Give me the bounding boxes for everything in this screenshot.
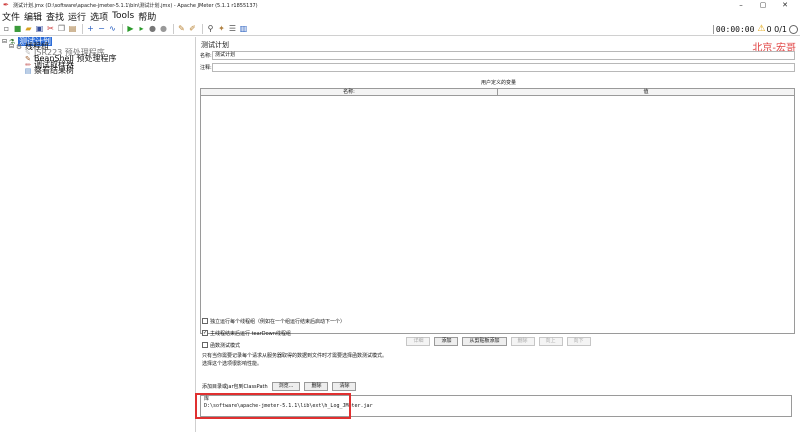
detail-button[interactable]: 详细 [406, 337, 431, 346]
toolbar-separator [202, 23, 203, 34]
tree-node-results-tree[interactable]: ▤ 察看结果树 [24, 66, 74, 75]
delete-button[interactable]: 删除 [510, 337, 535, 346]
close-button[interactable]: ✕ [774, 0, 796, 10]
functional-note-1: 只有当你需要记录每个请求从服务器取得的数据到文件时才需要选择函数测试模式。 [202, 353, 388, 359]
thread-counts: 0 0/1 [766, 24, 787, 34]
serialize-checkbox[interactable] [202, 318, 208, 324]
start-no-pause-icon[interactable]: ▸ [137, 24, 146, 33]
menu-tools[interactable]: Tools [112, 11, 134, 21]
save-icon[interactable]: ▣ [35, 24, 44, 33]
function-helper-icon[interactable]: ☰ [228, 24, 237, 33]
serialize-option[interactable]: 独立运行每个线程组（例如在一个组运行结束后启动下一个） [202, 317, 345, 325]
collapse-icon[interactable]: − [97, 24, 106, 33]
teardown-checkbox[interactable]: ✓ [202, 330, 208, 336]
column-header-value[interactable]: 值 [497, 89, 794, 95]
minimize-button[interactable]: – [730, 0, 752, 10]
comment-row: 注释: [200, 63, 795, 72]
reset-search-icon[interactable]: ✦ [217, 24, 226, 33]
clear-icon[interactable]: ✎ [177, 24, 186, 33]
tree-label-results-tree: 察看结果树 [34, 66, 74, 75]
cut-icon[interactable]: ✂ [46, 24, 55, 33]
clear-all-icon[interactable]: ✐ [188, 24, 197, 33]
window-controls: – ▢ ✕ [730, 0, 796, 10]
menu-file[interactable]: 文件 [2, 10, 20, 23]
page-title: 测试计划 [201, 41, 229, 49]
move-up-button[interactable]: 向上 [538, 337, 563, 346]
test-plan-tree: ⊟ ⚗ 测试计划 ⊟ ⚙ 线程组 ✎ JSR223 预处理程序 ✎ BeanSh… [0, 37, 196, 432]
teardown-label: 主线程结束后运行 tearDown线程组 [210, 330, 291, 337]
serialize-label: 独立运行每个线程组（例如在一个组运行结束后启动下一个） [210, 318, 346, 325]
table-header: 名称: 值 [201, 89, 794, 96]
open-icon[interactable]: ▰ [24, 24, 33, 33]
chart-icon: ▤ [24, 66, 32, 75]
copy-icon[interactable]: ❐ [57, 24, 66, 33]
paste-icon[interactable]: ▤ [68, 24, 77, 33]
toggle-icon[interactable]: ∿ [108, 24, 117, 33]
classpath-clear-button[interactable]: 清除 [332, 382, 357, 391]
functional-option[interactable]: 函数测试模式 [202, 341, 240, 349]
jmeter-feather-icon: ✒ [3, 0, 9, 9]
search-icon[interactable]: ⚲ [206, 24, 215, 33]
menu-bar: 文件 编辑 查找 运行 选项 Tools 帮助 [0, 10, 800, 23]
add-from-clipboard-button[interactable]: 从剪贴板添加 [462, 337, 507, 346]
status-area: 00:00:00 ⚠ 0 0/1 [712, 22, 798, 36]
help-icon[interactable]: ▥ [239, 24, 248, 33]
menu-search[interactable]: 查找 [46, 10, 64, 23]
toolbar: ▫ ■ ▰ ▣ ✂ ❐ ▤ + − ∿ ▶ ▸ ● ● ✎ ✐ ⚲ ✦ ☰ ▥ [0, 22, 800, 36]
classpath-delete-button[interactable]: 删除 [304, 382, 329, 391]
new-icon[interactable]: ▫ [2, 24, 11, 33]
annotation-highlight-box [195, 393, 351, 419]
toolbar-separator [173, 23, 174, 34]
classpath-row: 添加目录或jar包到ClassPath 浏览... 删除 清除 [202, 382, 358, 391]
classpath-label: 添加目录或jar包到ClassPath [202, 384, 268, 390]
column-header-name[interactable]: 名称: [201, 89, 497, 95]
expand-icon[interactable]: + [86, 24, 95, 33]
add-button[interactable]: 添加 [434, 337, 459, 346]
user-variables-title: 用户定义的变量 [480, 80, 516, 86]
test-plan-panel: 测试计划 北京-宏哥 名称: 测试计划 注释: 用户定义的变量 名称: 值 详细… [197, 37, 800, 432]
name-label: 名称: [200, 53, 212, 59]
move-down-button[interactable]: 向下 [566, 337, 591, 346]
variables-button-row: 详细 添加 从剪贴板添加 删除 向上 向下 [197, 337, 800, 346]
name-row: 名称: 测试计划 [200, 51, 795, 60]
toolbar-separator [82, 23, 83, 34]
window-titlebar: ✒ 测试计划.jmx (D:\software\apache-jmeter-5.… [0, 0, 800, 10]
menu-options[interactable]: 选项 [90, 10, 108, 23]
browse-button[interactable]: 浏览... [271, 382, 301, 391]
functional-checkbox[interactable] [202, 342, 208, 348]
functional-label: 函数测试模式 [210, 342, 241, 349]
comment-input[interactable] [212, 63, 795, 72]
menu-help[interactable]: 帮助 [138, 10, 156, 23]
menu-edit[interactable]: 编辑 [24, 10, 42, 23]
window-title: 测试计划.jmx (D:\software\apache-jmeter-5.1.… [13, 2, 258, 9]
gear-icon: ⚙ [15, 42, 23, 51]
elapsed-timer: 00:00:00 [712, 24, 757, 34]
stop-icon[interactable]: ● [148, 24, 157, 33]
menu-run[interactable]: 运行 [68, 10, 86, 23]
user-variables-table[interactable]: 名称: 值 [200, 88, 795, 334]
functional-note-2: 选择这个选项很影响性能。 [202, 361, 263, 367]
remote-globe-icon[interactable] [789, 24, 798, 34]
templates-icon[interactable]: ■ [13, 24, 22, 33]
maximize-button[interactable]: ▢ [752, 0, 774, 10]
comment-label: 注释: [200, 65, 212, 71]
name-input[interactable]: 测试计划 [212, 51, 795, 60]
toolbar-separator [122, 23, 123, 34]
warning-icon[interactable]: ⚠ [757, 24, 765, 34]
start-icon[interactable]: ▶ [126, 24, 135, 33]
teardown-option[interactable]: ✓ 主线程结束后运行 tearDown线程组 [202, 329, 291, 337]
shutdown-icon[interactable]: ● [159, 24, 168, 33]
